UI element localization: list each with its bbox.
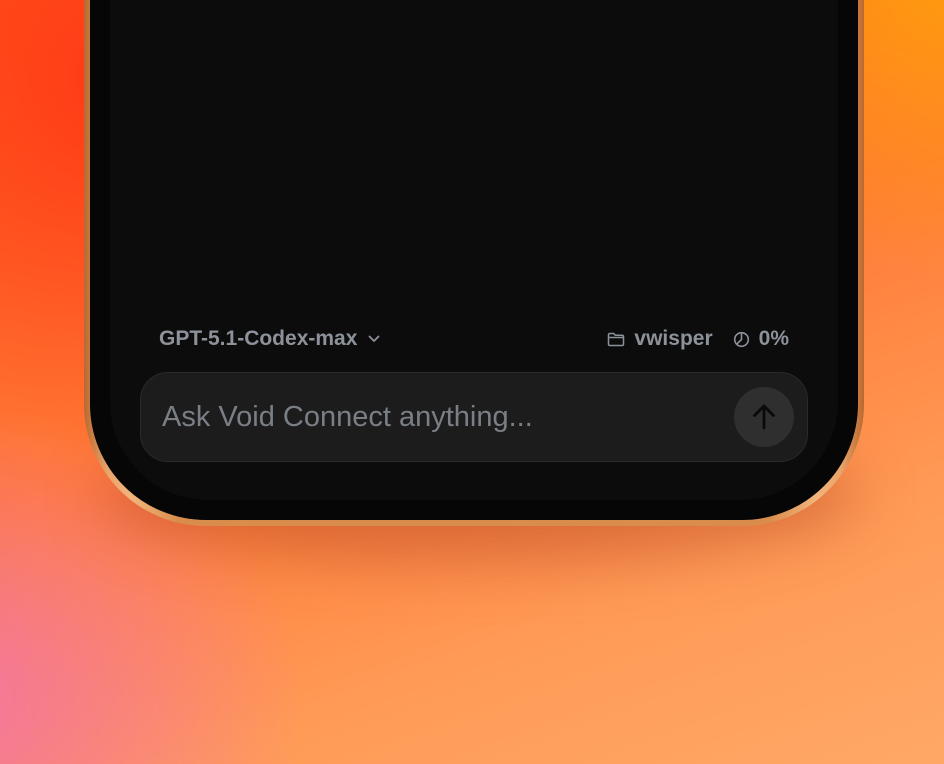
context-usage: 0%: [733, 327, 789, 351]
composer-toolbar: GPT-5.1-Codex-max vwisper 0%: [159, 326, 789, 352]
phone-screen: GPT-5.1-Codex-max vwisper 0% Ask Void Co…: [110, 0, 838, 500]
arrow-up-icon: [751, 403, 777, 431]
prompt-composer: [140, 372, 808, 462]
toolbar-meta: vwisper 0%: [607, 327, 789, 351]
send-button[interactable]: [734, 387, 794, 447]
context-usage-value: 0%: [758, 327, 789, 350]
folder-label: vwisper: [634, 327, 713, 350]
workspace-folder[interactable]: vwisper: [607, 327, 713, 351]
prompt-input[interactable]: [162, 400, 734, 434]
chevron-down-icon: [367, 332, 381, 346]
folder-icon: [607, 332, 625, 347]
pie-chart-icon: [733, 331, 750, 348]
phone-bezel: GPT-5.1-Codex-max vwisper 0% Ask Void Co…: [90, 0, 858, 520]
phone-frame: GPT-5.1-Codex-max vwisper 0% Ask Void Co…: [84, 0, 864, 526]
model-label: GPT-5.1-Codex-max: [159, 327, 358, 350]
model-selector[interactable]: GPT-5.1-Codex-max: [159, 327, 381, 351]
